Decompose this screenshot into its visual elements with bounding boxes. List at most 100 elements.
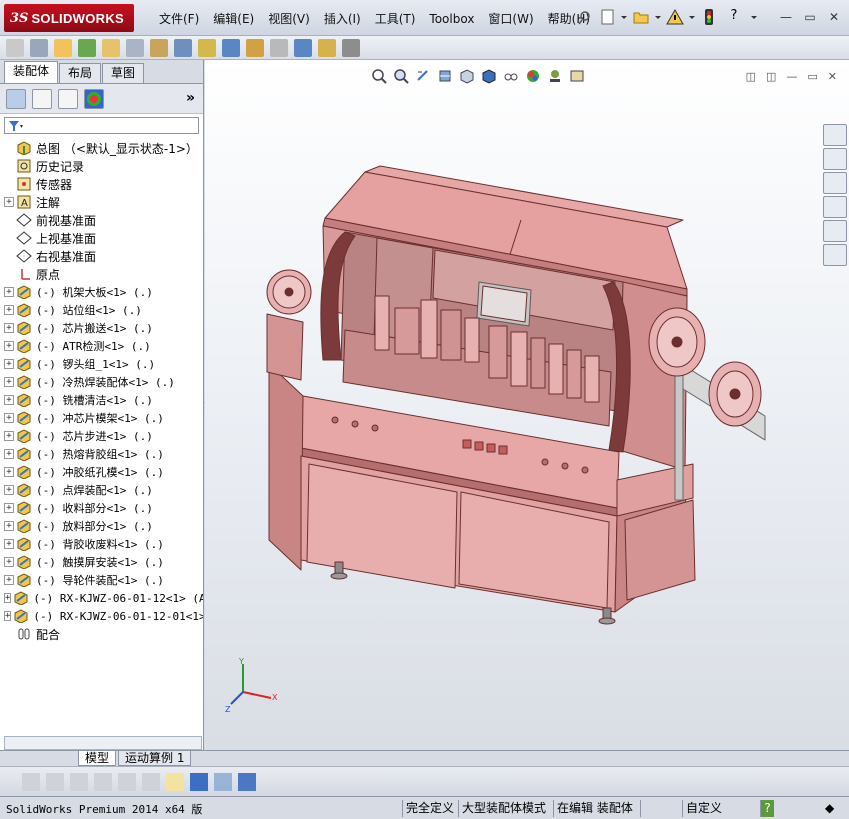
minimize-icon[interactable]: — (779, 10, 793, 24)
tree-row[interactable]: + (-) 冷热焊装配体<1> (.) (0, 373, 203, 391)
tree-row[interactable]: + (-) 站位组<1> (.) (0, 301, 203, 319)
explode-line-sketch-icon[interactable] (270, 38, 288, 57)
expand-panel-icon[interactable]: » (186, 90, 195, 106)
chevron-down-icon[interactable] (654, 8, 662, 26)
traffic-light-icon[interactable] (700, 8, 718, 26)
expand-plus-icon[interactable]: + (4, 557, 14, 567)
expand-plus-icon[interactable]: + (4, 341, 14, 351)
expand-plus-icon[interactable]: + (4, 431, 14, 441)
smart-fasteners-icon[interactable] (78, 38, 96, 57)
tab-assembly[interactable]: 装配体 (4, 61, 59, 83)
expand-plus-icon[interactable]: + (4, 197, 14, 207)
menu-tools[interactable]: 工具(T) (368, 10, 423, 28)
menu-edit[interactable]: 编辑(E) (206, 10, 261, 28)
tree-row[interactable]: + (-) 冲胶纸孔模<1> (.) (0, 463, 203, 481)
custom-properties-icon[interactable] (823, 244, 847, 266)
property-manager-icon[interactable] (32, 88, 52, 109)
help-icon[interactable]: ? (722, 8, 746, 26)
chevron-down-icon[interactable] (750, 8, 758, 26)
new-document-icon[interactable] (598, 8, 616, 26)
tree-row[interactable]: + (-) 锣头组_1<1> (.) (0, 355, 203, 373)
tree-row[interactable]: + (-) 点焊装配<1> (.) (0, 481, 203, 499)
tree-row[interactable]: + (-) 芯片步进<1> (.) (0, 427, 203, 445)
tree-row[interactable]: 配合 (0, 625, 203, 643)
status-help-icon[interactable]: ? (760, 800, 774, 817)
menu-view[interactable]: 视图(V) (261, 10, 317, 28)
solidworks-logo[interactable]: 3S SOLIDWORKS (4, 4, 134, 32)
menu-insert[interactable]: 插入(I) (317, 10, 368, 28)
tab-motion-study[interactable]: 运动算例 1 (118, 751, 192, 766)
reference-geometry-icon[interactable] (174, 38, 192, 57)
expand-plus-icon[interactable]: + (4, 323, 14, 333)
design-library-icon[interactable] (823, 148, 847, 170)
home-icon[interactable] (823, 124, 847, 146)
expand-plus-icon[interactable]: + (4, 485, 14, 495)
rebuild-warning-icon[interactable] (666, 8, 684, 26)
appearances-icon[interactable] (823, 220, 847, 242)
tree-row[interactable]: + (-) 背胶收废料<1> (.) (0, 535, 203, 553)
tree-row[interactable]: + (-) RX-KJWZ-06-01-12-01<1> (0, 607, 203, 625)
tree-row[interactable]: 右视基准面 (0, 247, 203, 265)
3d-sketch-icon[interactable] (70, 772, 88, 791)
tree-row[interactable]: + (-) 导轮件装配<1> (.) (0, 571, 203, 589)
restore-icon[interactable]: ▭ (803, 10, 817, 24)
tree-row[interactable]: + (-) 放料部分<1> (.) (0, 517, 203, 535)
exploded-view-icon[interactable] (246, 38, 264, 57)
tree-row[interactable]: + A 注解 (0, 193, 203, 211)
bill-of-materials-icon[interactable] (222, 38, 240, 57)
pin-icon[interactable] (576, 8, 594, 26)
move-component-icon[interactable] (102, 38, 120, 57)
align-icon[interactable] (142, 772, 160, 791)
tab-sketch[interactable]: 草图 (102, 63, 145, 83)
tag-icon[interactable]: ◆ (822, 800, 834, 817)
menu-file[interactable]: 文件(F) (152, 10, 206, 28)
view-palette-icon[interactable] (823, 196, 847, 218)
tab-model[interactable]: 模型 (78, 751, 117, 766)
tree-row[interactable]: + (-) 热熔背胶组<1> (.) (0, 445, 203, 463)
linear-pattern-icon[interactable] (54, 38, 72, 57)
tree-horizontal-scrollbar[interactable] (4, 736, 202, 750)
display-manager-icon[interactable] (84, 88, 104, 109)
tree-row[interactable]: 上视基准面 (0, 229, 203, 247)
tree-row[interactable]: + (-) ATR检测<1> (.) (0, 337, 203, 355)
mate-icon[interactable] (30, 38, 48, 57)
assembly-features-icon[interactable] (150, 38, 168, 57)
expand-plus-icon[interactable]: + (4, 413, 14, 423)
tree-filter[interactable] (4, 117, 199, 134)
expand-plus-icon[interactable]: + (4, 305, 14, 315)
new-motion-study-icon[interactable] (198, 38, 216, 57)
close-icon[interactable]: ✕ (827, 10, 841, 24)
graphics-area[interactable]: ◫ ◫ — ▭ ✕ Y X Z (205, 60, 849, 750)
list-icon[interactable] (94, 772, 112, 791)
tree-row[interactable]: + (-) RX-KJWZ-06-01-12<1> (A (0, 589, 203, 607)
menu-window[interactable]: 窗口(W) (481, 10, 540, 28)
expand-plus-icon[interactable]: + (4, 593, 12, 603)
tree-row[interactable]: + (-) 芯片搬送<1> (.) (0, 319, 203, 337)
chevron-down-icon[interactable] (688, 8, 696, 26)
tree-row[interactable]: 前视基准面 (0, 211, 203, 229)
tab-layout[interactable]: 布局 (59, 63, 102, 83)
open-folder-icon[interactable] (632, 8, 650, 26)
tree-row[interactable]: + (-) 收料部分<1> (.) (0, 499, 203, 517)
interference-detection-icon[interactable] (294, 38, 312, 57)
status-units[interactable]: 自定义 (682, 800, 722, 817)
chevron-down-icon[interactable] (620, 8, 628, 26)
tree-row[interactable]: + (-) 冲芯片模架<1> (.) (0, 409, 203, 427)
tree-row[interactable]: + (-) 机架大板<1> (.) (0, 283, 203, 301)
show-hidden-icon[interactable] (126, 38, 144, 57)
instant3d-icon[interactable] (342, 38, 360, 57)
expand-plus-icon[interactable]: + (4, 521, 14, 531)
expand-plus-icon[interactable]: + (4, 449, 14, 459)
insert-component-icon[interactable] (6, 38, 24, 57)
tree-row[interactable]: 总图 （<默认_显示状态-1>） (0, 139, 203, 157)
clearance-verification-icon[interactable] (318, 38, 336, 57)
expand-plus-icon[interactable]: + (4, 575, 14, 585)
menu-toolbox[interactable]: Toolbox (422, 10, 481, 28)
expand-plus-icon[interactable]: + (4, 539, 14, 549)
document-view-icon[interactable] (238, 772, 256, 791)
sketch-icon[interactable] (22, 772, 40, 791)
tree-row[interactable]: 历史记录 (0, 157, 203, 175)
expand-plus-icon[interactable]: + (4, 503, 14, 513)
expand-plus-icon[interactable]: + (4, 377, 14, 387)
feature-manager-icon[interactable] (6, 88, 26, 109)
